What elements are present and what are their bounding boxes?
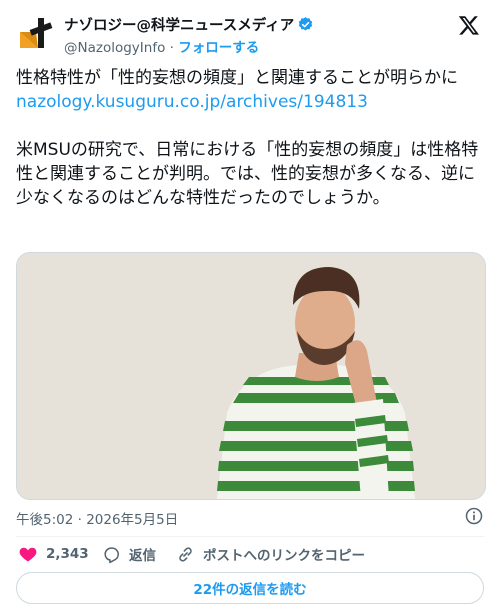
author-handle[interactable]: @NazologyInfo [64, 40, 165, 56]
tweet-timestamp[interactable]: 午後5:02 · 2026年5月5日 [16, 508, 178, 528]
x-logo-icon[interactable] [458, 14, 480, 36]
reply-label: 返信 [129, 548, 156, 564]
avatar[interactable] [16, 12, 56, 52]
tweet-card: ナゾロジー@科学ニュースメディア @NazologyInfo · フォローする … [0, 0, 500, 616]
author-name[interactable]: ナゾロジー@科学ニュースメディア [64, 14, 314, 37]
link-icon [179, 546, 192, 562]
follow-button[interactable]: フォローする [178, 40, 259, 56]
divider [16, 536, 484, 537]
heart-icon [19, 547, 37, 562]
author-subline: @NazologyInfo · フォローする [64, 36, 259, 56]
thinking-man-image [17, 253, 485, 499]
like-count: 2,343 [46, 546, 89, 562]
tweet-image[interactable] [16, 252, 486, 500]
tweet-header: ナゾロジー@科学ニュースメディア @NazologyInfo · フォローする [16, 10, 484, 56]
read-replies-button[interactable]: 22件の返信を読む [16, 572, 484, 604]
separator-dot: · [169, 40, 174, 56]
like-button[interactable]: 2,343 [18, 543, 89, 565]
article-link[interactable]: nazology.kusuguru.co.jp/archives/194813 [16, 90, 484, 114]
copy-link-button[interactable]: ポストへのリンクをコピー [176, 543, 365, 565]
tweet-body: 米MSUの研究で、日常における「性的妄想の頻度」は性格特性と関連することが判明。… [16, 140, 479, 208]
copy-link-label: ポストへのリンクをコピー [203, 548, 365, 564]
brand-logo-icon [16, 12, 56, 52]
author-name-text: ナゾロジー@科学ニュースメディア [64, 18, 295, 34]
info-icon[interactable] [464, 506, 484, 526]
action-bar: 2,343 返信 ポストへのリンクをコピー [16, 543, 484, 565]
reply-icon [104, 546, 119, 563]
tweet-headline: 性格特性が「性的妄想の頻度」と関連することが明らかに [16, 68, 458, 88]
verified-badge-icon [297, 16, 314, 37]
reply-button[interactable]: 返信 [102, 543, 156, 565]
tweet-text: 性格特性が「性的妄想の頻度」と関連することが明らかに nazology.kusu… [16, 66, 484, 210]
